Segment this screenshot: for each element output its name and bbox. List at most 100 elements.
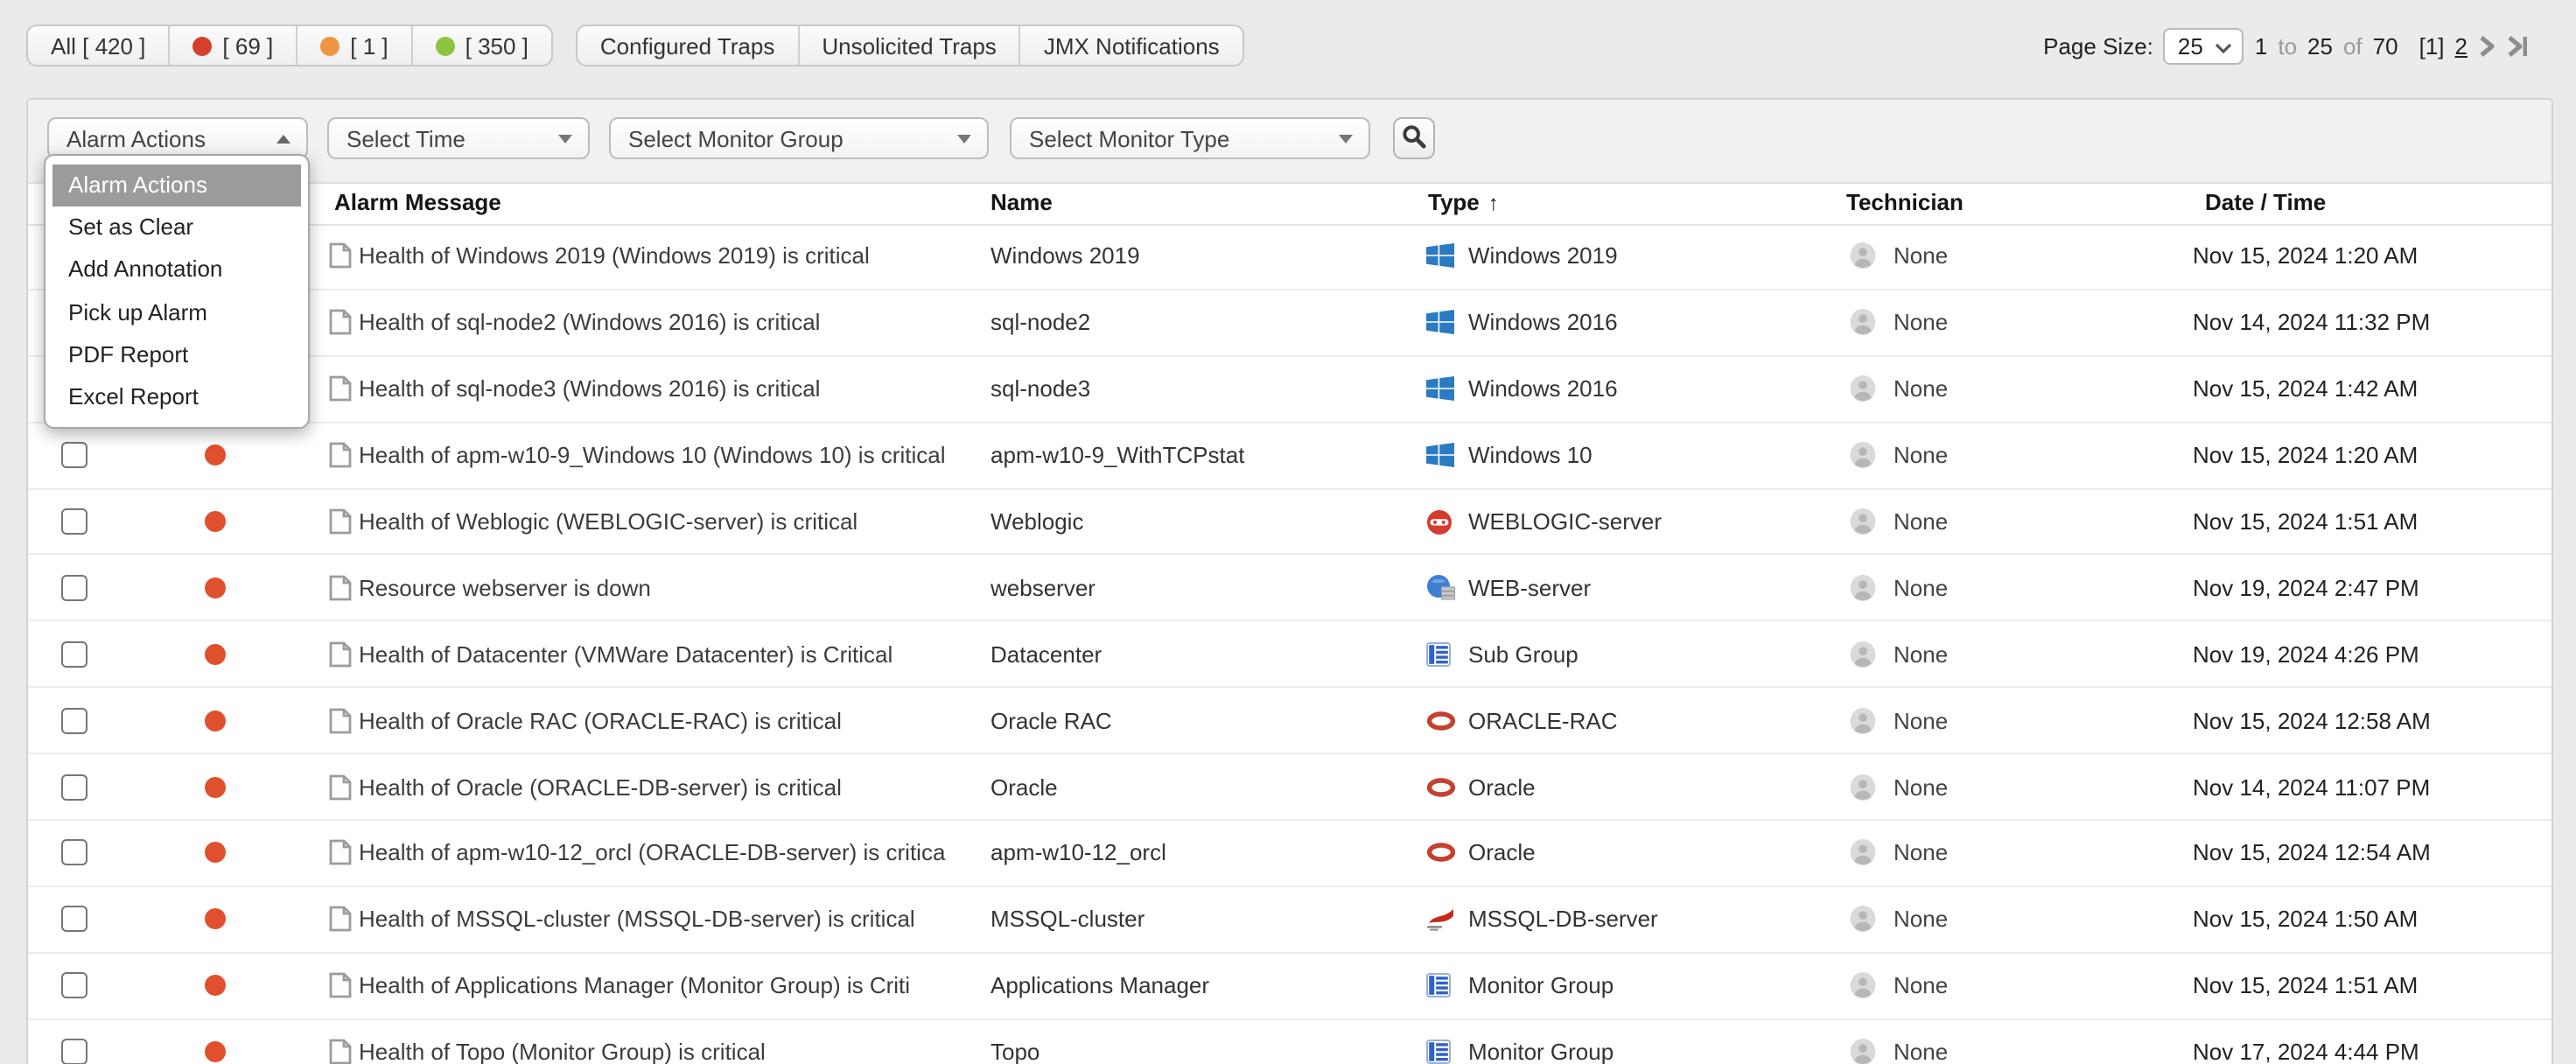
row-checkbox[interactable] [61, 1039, 88, 1064]
tab-all-alarms[interactable]: All [ 420 ] [28, 26, 170, 65]
page-2-link[interactable]: 2 [2455, 32, 2468, 59]
menu-item-add-annotation[interactable]: Add Annotation [52, 249, 301, 291]
alarm-message[interactable]: Health of MSSQL-cluster (MSSQL-DB-server… [359, 906, 915, 933]
monitor-name[interactable]: apm-w10-9_WithTCPstat [990, 442, 1244, 468]
tab-clear-alarms[interactable]: [ 350 ] [413, 26, 551, 65]
select-monitor-type-dropdown[interactable]: Select Monitor Type [1010, 117, 1370, 159]
monitor-name[interactable]: sql-node2 [990, 310, 1090, 336]
alarm-message[interactable]: Health of Oracle RAC (ORACLE-RAC) is cri… [359, 707, 842, 733]
last-page-icon[interactable] [2506, 34, 2529, 57]
tab-configured-traps[interactable]: Configured Traps [578, 26, 799, 65]
technician-name: None [1894, 508, 1948, 535]
monitor-name[interactable]: Topo [990, 1039, 1040, 1064]
select-monitor-group-dropdown[interactable]: Select Monitor Group [609, 117, 989, 159]
tab-critical-label: [ 69 ] [222, 32, 273, 59]
row-checkbox[interactable] [61, 575, 88, 601]
alarm-row: Health of Weblogic (WEBLOGIC-server) is … [28, 489, 2552, 556]
monitor-name[interactable]: sql-node3 [990, 375, 1090, 402]
alarm-document-icon[interactable] [329, 575, 352, 601]
severity-dot-icon [205, 710, 226, 731]
alarm-message[interactable]: Health of Oracle (ORACLE-DB-server) is c… [359, 774, 842, 800]
search-button[interactable] [1393, 117, 1435, 159]
alarm-datetime: Nov 19, 2024 4:26 PM [2193, 641, 2419, 668]
alarm-row: Resource webserver is down webserver WEB… [28, 556, 2552, 622]
alarm-document-icon[interactable] [329, 840, 352, 866]
row-checkbox[interactable] [61, 508, 88, 535]
row-checkbox[interactable] [61, 972, 88, 998]
row-checkbox[interactable] [61, 707, 88, 733]
menu-item-pick-up-alarm[interactable]: Pick up Alarm [52, 291, 301, 333]
page-size-select[interactable]: 25 [2164, 27, 2244, 64]
row-checkbox[interactable] [61, 840, 88, 866]
alarm-row: Health of Oracle (ORACLE-DB-server) is c… [28, 754, 2552, 821]
alarm-message[interactable]: Health of sql-node2 (Windows 2016) is cr… [359, 310, 820, 336]
monitor-name[interactable]: Datacenter [990, 641, 1102, 668]
monitor-type-label: Oracle [1468, 774, 1536, 800]
header-type-sort[interactable]: Type ↑ [1428, 189, 1499, 215]
technician-avatar [1850, 774, 1876, 800]
alarm-row: Health of sql-node2 (Windows 2016) is cr… [28, 290, 2552, 357]
alarm-document-icon[interactable] [329, 1039, 352, 1064]
tab-unsolicited-traps[interactable]: Unsolicited Traps [799, 26, 1020, 65]
alarm-actions-menu: Alarm ActionsSet as ClearAdd AnnotationP… [44, 154, 310, 429]
tab-critical-alarms[interactable]: [ 69 ] [170, 26, 298, 65]
alarms-page: All [ 420 ] [ 69 ] [ 1 ] [ 350 ] Configu… [0, 0, 2576, 1064]
alarm-message[interactable]: Health of Weblogic (WEBLOGIC-server) is … [359, 508, 858, 535]
technician-avatar [1850, 508, 1876, 535]
technician-name: None [1894, 906, 1948, 933]
technician-avatar [1850, 442, 1876, 468]
alarm-document-icon[interactable] [329, 243, 352, 270]
tab-jmx-notifications[interactable]: JMX Notifications [1021, 26, 1242, 65]
select-monitor-group-value: Select Monitor Group [628, 125, 844, 151]
monitor-name[interactable]: Oracle RAC [990, 707, 1112, 733]
menu-item-alarm-actions[interactable]: Alarm Actions [52, 164, 301, 206]
monitor-name[interactable]: Oracle [990, 774, 1058, 800]
header-alarm-message: Alarm Message [334, 189, 501, 215]
alarm-document-icon[interactable] [329, 375, 352, 402]
row-checkbox[interactable] [61, 442, 88, 468]
header-datetime: Date / Time [2205, 189, 2326, 215]
alarm-document-icon[interactable] [329, 972, 352, 998]
alarm-document-icon[interactable] [329, 906, 352, 933]
technician-avatar [1850, 575, 1876, 601]
monitor-name[interactable]: webserver [990, 575, 1096, 601]
tab-warning-alarms[interactable]: [ 1 ] [298, 26, 412, 65]
next-page-icon[interactable] [2478, 34, 2496, 57]
critical-dot-icon [192, 36, 212, 55]
mssql-icon [1426, 906, 1458, 934]
alarm-document-icon[interactable] [329, 641, 352, 668]
select-time-dropdown[interactable]: Select Time [327, 117, 590, 159]
alarm-message[interactable]: Health of Applications Manager (Monitor … [359, 972, 910, 998]
row-checkbox[interactable] [61, 906, 88, 933]
alarm-message[interactable]: Health of Topo (Monitor Group) is critic… [359, 1039, 766, 1064]
alarm-row: Health of Datacenter (VMWare Datacenter)… [28, 622, 2552, 689]
chevron-down-icon [957, 134, 971, 143]
top-bar: All [ 420 ] [ 69 ] [ 1 ] [ 350 ] Configu… [26, 24, 2529, 66]
menu-item-excel-report[interactable]: Excel Report [52, 376, 301, 418]
alarm-message[interactable]: Health of apm-w10-12_orcl (ORACLE-DB-ser… [359, 840, 945, 866]
alarm-document-icon[interactable] [329, 707, 352, 733]
monitor-name[interactable]: Windows 2019 [990, 243, 1140, 270]
alarm-message[interactable]: Health of apm-w10-9_Windows 10 (Windows … [359, 442, 945, 468]
row-checkbox[interactable] [61, 774, 88, 800]
alarm-document-icon[interactable] [329, 508, 352, 535]
alarm-document-icon[interactable] [329, 442, 352, 468]
alarm-document-icon[interactable] [329, 310, 352, 336]
technician-name: None [1894, 375, 1948, 402]
monitor-name[interactable]: Applications Manager [990, 972, 1209, 998]
monitor-name[interactable]: apm-w10-12_orcl [990, 840, 1166, 866]
technician-name: None [1894, 972, 1948, 998]
menu-item-pdf-report[interactable]: PDF Report [52, 334, 301, 376]
alarm-document-icon[interactable] [329, 774, 352, 800]
alarm-message[interactable]: Health of sql-node3 (Windows 2016) is cr… [359, 375, 820, 402]
alarm-row: Health of Topo (Monitor Group) is critic… [28, 1019, 2552, 1064]
alarm-actions-dropdown[interactable]: Alarm Actions [47, 117, 308, 159]
menu-item-set-as-clear[interactable]: Set as Clear [52, 206, 301, 248]
alarm-message[interactable]: Resource webserver is down [359, 575, 651, 601]
oracle-icon [1426, 706, 1458, 734]
alarm-message[interactable]: Health of Windows 2019 (Windows 2019) is… [359, 243, 870, 270]
monitor-name[interactable]: Weblogic [990, 508, 1083, 535]
monitor-name[interactable]: MSSQL-cluster [990, 906, 1144, 933]
alarm-message[interactable]: Health of Datacenter (VMWare Datacenter)… [359, 641, 892, 668]
row-checkbox[interactable] [61, 641, 88, 668]
